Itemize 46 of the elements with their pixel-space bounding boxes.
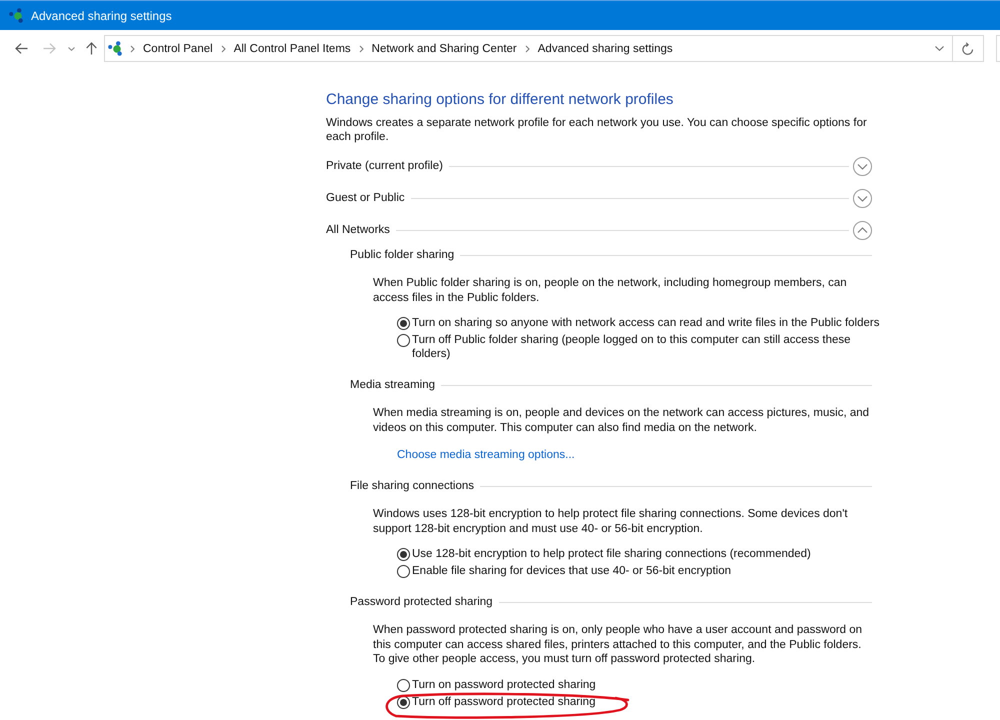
- profile-header[interactable]: Private (current profile): [326, 160, 443, 172]
- section-description: When Public folder sharing is on, people on the network, including homegroup members, can access files in the Public folders.: [373, 276, 848, 305]
- option-label[interactable]: Use 128-bit encryption to help protect file sharing connections (recommended): [412, 547, 811, 561]
- option-label[interactable]: Enable file sharing for devices that use 40- or 56-bit encryption: [412, 564, 731, 578]
- arrow-up-icon: [86, 42, 96, 55]
- section-description: When password protected sharing is on, only people who have a user account and password on this computer can access shared files, printers attached to this computer, and the Public folders. To give other people access, you must turn off password protected sharing.: [373, 623, 864, 666]
- breadcrumb-item[interactable]: All Control Panel Items: [230, 38, 355, 59]
- address-bar[interactable]: Control Panel All Control Panel Items Network and Sharing Center Advanced sharing settings: [104, 35, 984, 62]
- chevron-down-icon: [68, 46, 74, 50]
- section-title: Media streaming: [350, 379, 436, 391]
- option-label[interactable]: Turn on sharing so anyone with network access can read and write files in the Public folders: [412, 316, 880, 330]
- radio-button[interactable]: [397, 548, 410, 561]
- radio-button[interactable]: [397, 334, 410, 347]
- location-icon: [108, 41, 123, 56]
- chevron-right-icon: [358, 44, 364, 52]
- section-title: Public folder sharing: [350, 249, 454, 261]
- radio-button[interactable]: [397, 678, 410, 692]
- page-description: Windows creates a separate network profile for each network you use. You can choose specific options for each profile.: [326, 116, 868, 144]
- section-title: File sharing connections: [350, 480, 474, 492]
- section-title: Password protected sharing: [350, 596, 493, 608]
- breadcrumb-item[interactable]: Network and Sharing Center: [368, 38, 521, 59]
- breadcrumb-item[interactable]: Advanced sharing settings: [534, 38, 677, 59]
- expand-collapse-button[interactable]: [853, 156, 872, 176]
- chevron-right-icon: [130, 44, 135, 52]
- profile-header[interactable]: Guest or Public: [326, 192, 405, 204]
- page-heading: Change sharing options for different network profiles: [326, 90, 674, 110]
- refresh-icon: [962, 42, 974, 55]
- expand-collapse-button[interactable]: [853, 188, 872, 208]
- expand-collapse-button[interactable]: [853, 220, 872, 240]
- option-label[interactable]: Turn off Public folder sharing (people logged on to this computer can still access these folders): [412, 333, 888, 361]
- section-description: When media streaming is on, people and devices on the network can access pictures, music, and videos on this computer. This computer can also find media on the network.: [373, 406, 870, 435]
- window-title: Advanced sharing settings: [31, 8, 172, 22]
- app-icon: [9, 8, 24, 23]
- chevron-right-icon: [524, 44, 530, 52]
- options-link[interactable]: Choose media streaming options...: [397, 448, 575, 462]
- profile-header[interactable]: All Networks: [326, 224, 390, 236]
- chevron-down-icon: [934, 46, 944, 51]
- arrow-right-icon: [42, 43, 56, 54]
- radio-button[interactable]: [397, 317, 410, 330]
- option-label[interactable]: Turn off password protected sharing: [412, 694, 596, 708]
- section-description: Windows uses 128-bit encryption to help protect file sharing connections. Some devices don't support 128-bit encryption and must use 40- or 56-bit encryption.: [373, 507, 849, 536]
- option-label[interactable]: Turn on password protected sharing: [412, 678, 596, 692]
- breadcrumb-item[interactable]: Control Panel: [139, 38, 217, 59]
- arrow-left-icon: [14, 43, 28, 54]
- chevron-right-icon: [220, 44, 226, 52]
- radio-button[interactable]: [397, 565, 410, 578]
